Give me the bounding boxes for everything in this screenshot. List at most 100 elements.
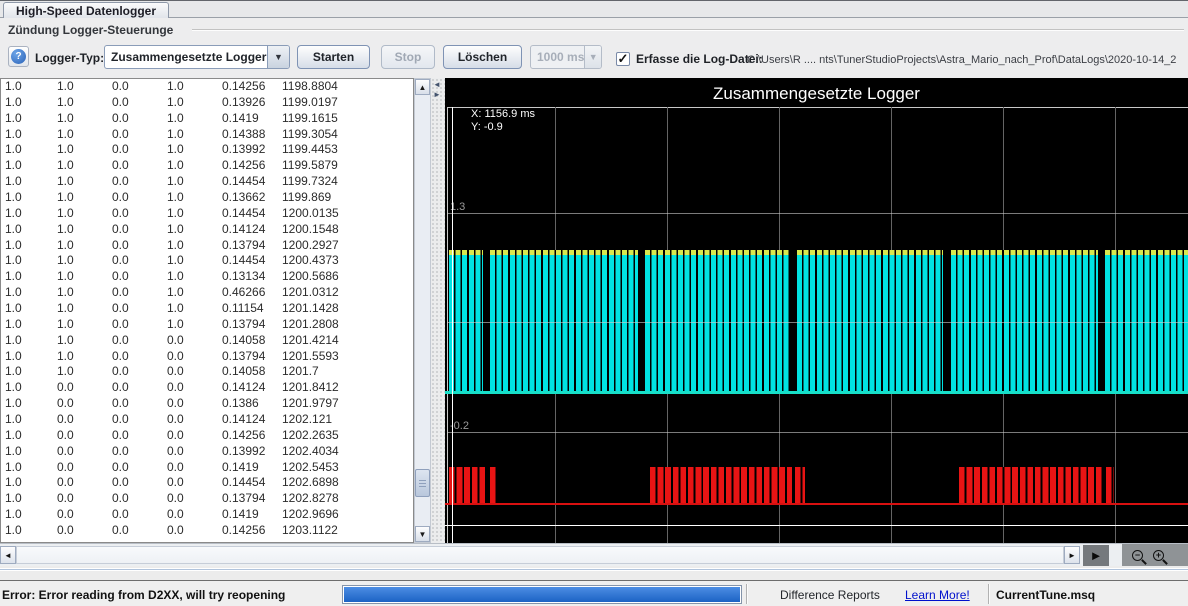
table-cell: 1199.3054 xyxy=(278,127,413,143)
table-row[interactable]: 1.00.00.00.00.144541202.6898 xyxy=(1,475,413,491)
tab-high-speed-datenlogger[interactable]: High-Speed Datenlogger xyxy=(3,2,169,19)
table-cell: 0.1386 xyxy=(218,396,278,412)
table-cell: 0.1419 xyxy=(218,111,278,127)
table-cell: 0.1419 xyxy=(218,460,278,476)
logger-type-select[interactable]: Zusammengesetzte Logger ▼ xyxy=(104,45,290,69)
table-row[interactable]: 1.01.00.01.00.142561199.5879 xyxy=(1,158,413,174)
composite-logger-chart[interactable]: Zusammengesetzte Logger X: 1156.9 ms Y: … xyxy=(445,78,1188,543)
splitpane-divider[interactable]: ◄ ► xyxy=(431,78,445,543)
logger-type-value: Zusammengesetzte Logger xyxy=(105,50,267,64)
table-row[interactable]: 1.01.00.01.00.137941201.2808 xyxy=(1,317,413,333)
table-cell: 0.0 xyxy=(163,428,218,444)
learn-more-link[interactable]: Learn More! xyxy=(905,588,970,602)
table-cell: 0.0 xyxy=(108,222,163,238)
table-cell: 1203.1122 xyxy=(278,523,413,539)
zoom-in-icon[interactable]: + xyxy=(1153,550,1164,561)
table-row[interactable]: 1.00.00.00.00.142561202.2635 xyxy=(1,428,413,444)
clear-button[interactable]: Löschen xyxy=(443,45,522,69)
table-row[interactable]: 1.01.00.00.00.137941201.5593 xyxy=(1,349,413,365)
table-cell: 0.0 xyxy=(163,444,218,460)
table-cell: 0.14454 xyxy=(218,174,278,190)
table-row[interactable]: 1.01.00.01.00.462661201.0312 xyxy=(1,285,413,301)
table-row[interactable]: 1.00.00.00.00.14191202.9696 xyxy=(1,507,413,523)
table-cell: 1201.9797 xyxy=(278,396,413,412)
table-row[interactable]: 1.00.00.00.00.142561203.1122 xyxy=(1,523,413,539)
scroll-up-button[interactable]: ▲ xyxy=(415,79,430,95)
table-row[interactable]: 1.01.00.01.00.137941200.2927 xyxy=(1,238,413,254)
table-cell: 1.0 xyxy=(1,460,53,476)
composite-logger-trace-2-segment xyxy=(490,467,497,503)
table-row[interactable]: 1.01.00.01.00.131341200.5686 xyxy=(1,269,413,285)
stop-button[interactable]: Stop xyxy=(381,45,435,69)
scroll-down-button[interactable]: ▼ xyxy=(415,526,430,542)
table-cell: 0.0 xyxy=(163,523,218,539)
table-cell: 0.0 xyxy=(163,460,218,476)
table-row[interactable]: 1.00.00.00.00.13861201.9797 xyxy=(1,396,413,412)
start-button[interactable]: Starten xyxy=(297,45,370,69)
play-button[interactable]: ► xyxy=(1083,545,1109,566)
table-row[interactable]: 1.01.00.01.00.141241200.1548 xyxy=(1,222,413,238)
table-cell: 0.14388 xyxy=(218,127,278,143)
table-row[interactable]: 1.01.00.01.00.144541199.7324 xyxy=(1,174,413,190)
splitter-collapse-icon[interactable]: ◄ xyxy=(433,81,441,89)
chevron-down-icon: ▼ xyxy=(584,46,601,68)
table-cell: 1.0 xyxy=(1,317,53,333)
table-row[interactable]: 1.01.00.01.00.111541201.1428 xyxy=(1,301,413,317)
table-cell: 0.0 xyxy=(108,412,163,428)
table-cell: 1.0 xyxy=(163,127,218,143)
table-cell: 1.0 xyxy=(53,95,108,111)
table-cell: 1.0 xyxy=(163,285,218,301)
table-row[interactable]: 1.01.00.01.00.142561198.8804 xyxy=(1,79,413,95)
composite-logger-trace-2-segment xyxy=(795,467,805,503)
help-icon: ? xyxy=(11,49,26,64)
chart-horizontal-scrollbar[interactable]: ◄ ► ► − + xyxy=(0,543,1188,566)
table-cell: 1202.5453 xyxy=(278,460,413,476)
table-row[interactable]: 1.01.00.01.00.14191199.1615 xyxy=(1,111,413,127)
table-row[interactable]: 1.00.00.00.00.141241202.121 xyxy=(1,412,413,428)
table-row[interactable]: 1.00.00.00.00.139921202.4034 xyxy=(1,444,413,460)
help-button[interactable]: ? xyxy=(8,46,29,67)
zoom-out-icon[interactable]: − xyxy=(1132,550,1143,561)
composite-logger-trace-2-segment xyxy=(650,467,792,503)
table-cell: 1.0 xyxy=(1,158,53,174)
table-cell: 1198.8804 xyxy=(278,79,413,95)
scrollbar-track[interactable] xyxy=(16,546,1064,564)
table-row[interactable]: 1.01.00.01.00.144541200.4373 xyxy=(1,253,413,269)
table-row[interactable]: 1.01.00.01.00.136621199.869 xyxy=(1,190,413,206)
table-cell: 1.0 xyxy=(1,523,53,539)
table-cell: 0.0 xyxy=(108,364,163,380)
table-row[interactable]: 1.01.00.00.00.140581201.4214 xyxy=(1,333,413,349)
table-row[interactable]: 1.00.00.00.00.14191202.5453 xyxy=(1,460,413,476)
tab-strip: High-Speed Datenlogger xyxy=(0,0,1188,18)
table-cell: 0.14058 xyxy=(218,364,278,380)
table-row[interactable]: 1.00.00.00.00.141241201.8412 xyxy=(1,380,413,396)
table-row[interactable]: 1.00.00.00.00.137941202.8278 xyxy=(1,491,413,507)
table-row[interactable]: 1.01.00.01.00.139261199.0197 xyxy=(1,95,413,111)
scroll-left-button[interactable]: ◄ xyxy=(0,546,16,564)
table-cell: 1.0 xyxy=(53,333,108,349)
table-cell: 0.0 xyxy=(163,380,218,396)
table-row[interactable]: 1.01.00.01.00.143881199.3054 xyxy=(1,127,413,143)
chevron-down-icon[interactable]: ▼ xyxy=(267,46,289,68)
grid-line-horizontal xyxy=(447,322,1188,323)
table-row[interactable]: 1.01.00.00.00.140581201.7 xyxy=(1,364,413,380)
table-cell: 1201.1428 xyxy=(278,301,413,317)
scroll-right-button[interactable]: ► xyxy=(1064,546,1080,564)
composite-logger-trace-1-segment xyxy=(797,255,943,392)
table-row[interactable]: 1.01.00.01.00.139921199.4453 xyxy=(1,142,413,158)
table-cell: 1.0 xyxy=(1,475,53,491)
table-cell: 1.0 xyxy=(1,111,53,127)
splitter-expand-icon[interactable]: ► xyxy=(433,91,441,99)
table-cell: 1.0 xyxy=(53,349,108,365)
table-vertical-scrollbar[interactable]: ▲ ▼ xyxy=(414,78,431,543)
table-cell: 0.13992 xyxy=(218,142,278,158)
interval-select[interactable]: 1000 ms ▼ xyxy=(530,45,602,69)
scrollbar-thumb[interactable] xyxy=(415,469,430,497)
table-cell: 0.14256 xyxy=(218,428,278,444)
table-cell: 1.0 xyxy=(1,127,53,143)
table-row[interactable]: 1.01.00.01.00.144541200.0135 xyxy=(1,206,413,222)
composite-logger-trace-2-segment xyxy=(1106,467,1114,503)
log-data-table[interactable]: 1.01.00.01.00.142561198.88041.01.00.01.0… xyxy=(0,78,414,543)
table-cell: 1.0 xyxy=(1,190,53,206)
capture-log-checkbox[interactable]: ✓ xyxy=(616,52,630,66)
